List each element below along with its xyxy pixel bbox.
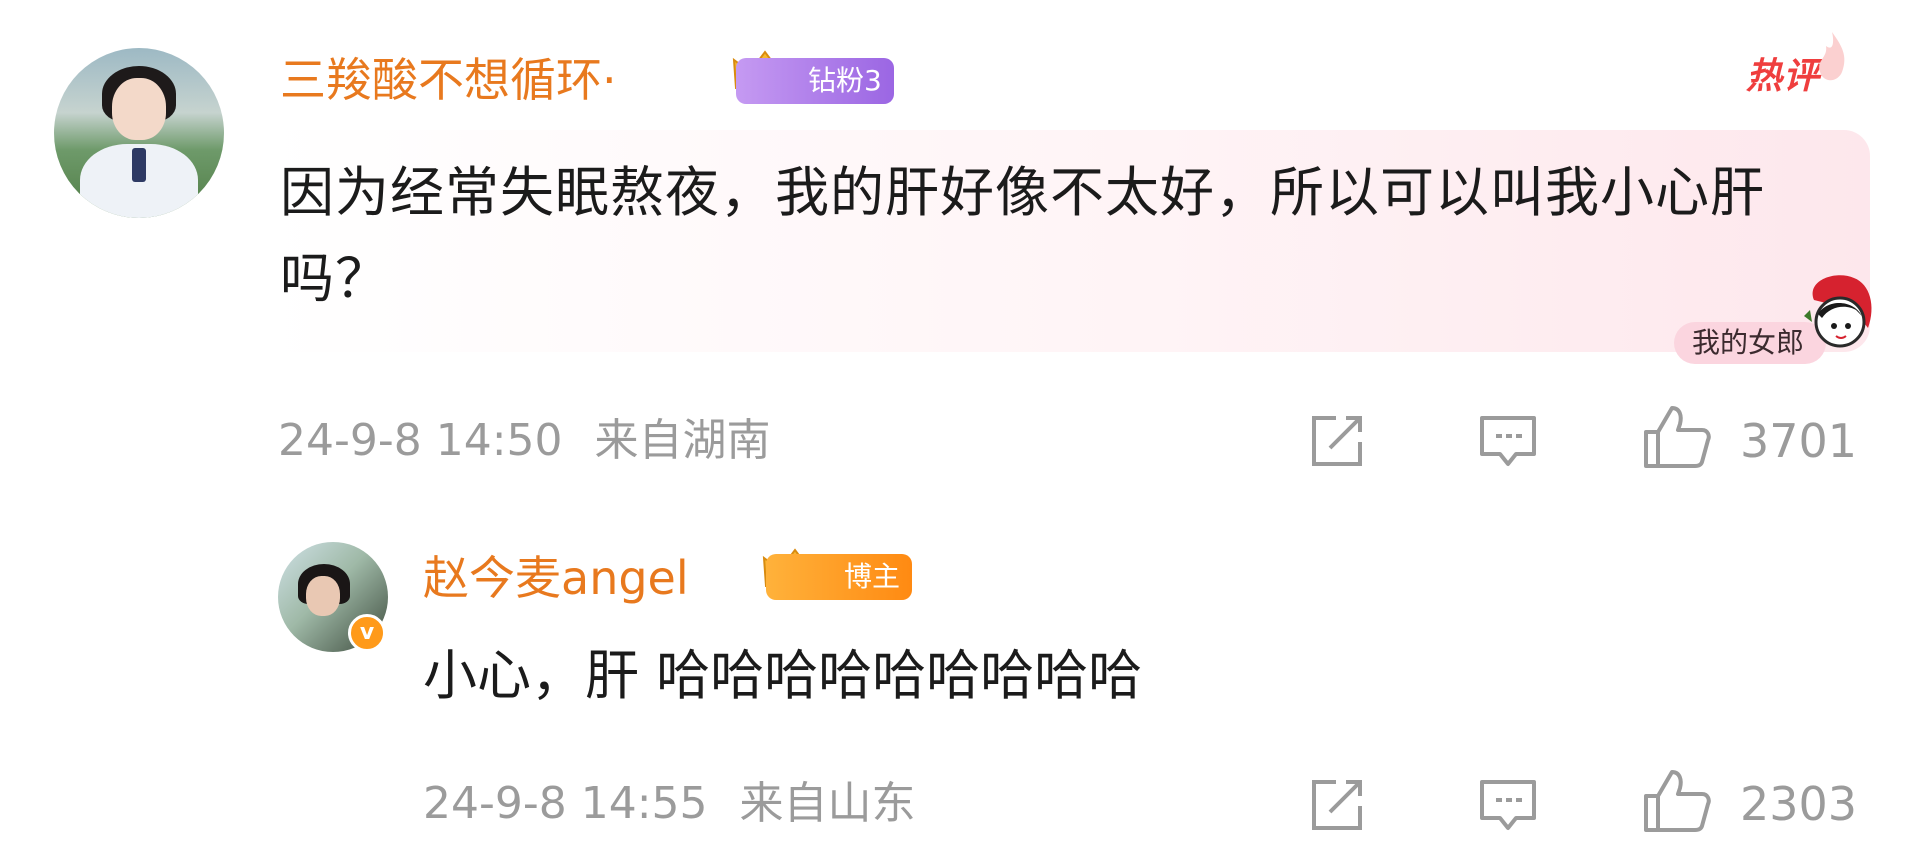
reply-username[interactable]: 赵今麦angel [423,550,689,606]
verified-badge-icon: v [348,614,386,652]
commenter-avatar[interactable] [54,48,224,218]
comment-location: 来自湖南 [594,415,771,466]
reply-location: 来自山东 [739,778,916,829]
blogger-badge[interactable]: 博主 [766,554,913,600]
share-icon[interactable] [1306,410,1370,470]
like-count: 3701 [1740,414,1858,468]
comment-text: 因为经常失眠熬夜，我的肝好像不太好，所以可以叫我小心肝吗？ [280,161,1765,310]
like-count: 2303 [1740,777,1858,831]
share-icon[interactable] [1306,774,1370,834]
reply-meta: 24-9-8 14:55 来自山东 [423,776,916,832]
comment-icon[interactable] [1476,774,1540,834]
cartoon-girl-icon [1804,275,1872,348]
comment-meta: 24-9-8 14:50 来自湖南 [278,413,771,469]
comment-icon[interactable] [1476,410,1540,470]
reply-timestamp: 24-9-8 14:55 [423,778,708,829]
comment-timestamp: 24-9-8 14:50 [278,415,563,466]
fan-badge[interactable]: 钻粉3 [736,58,894,104]
thumbs-up-icon[interactable] [1640,404,1712,470]
commenter-username[interactable]: 三羧酸不想循环· [280,52,617,108]
thumbs-up-icon[interactable] [1640,768,1712,834]
flame-icon [1819,32,1845,81]
hot-comment-tag: 热评 [1746,56,1821,97]
reply-text: 小心，肝 哈哈哈哈哈哈哈哈哈 [423,644,1143,707]
